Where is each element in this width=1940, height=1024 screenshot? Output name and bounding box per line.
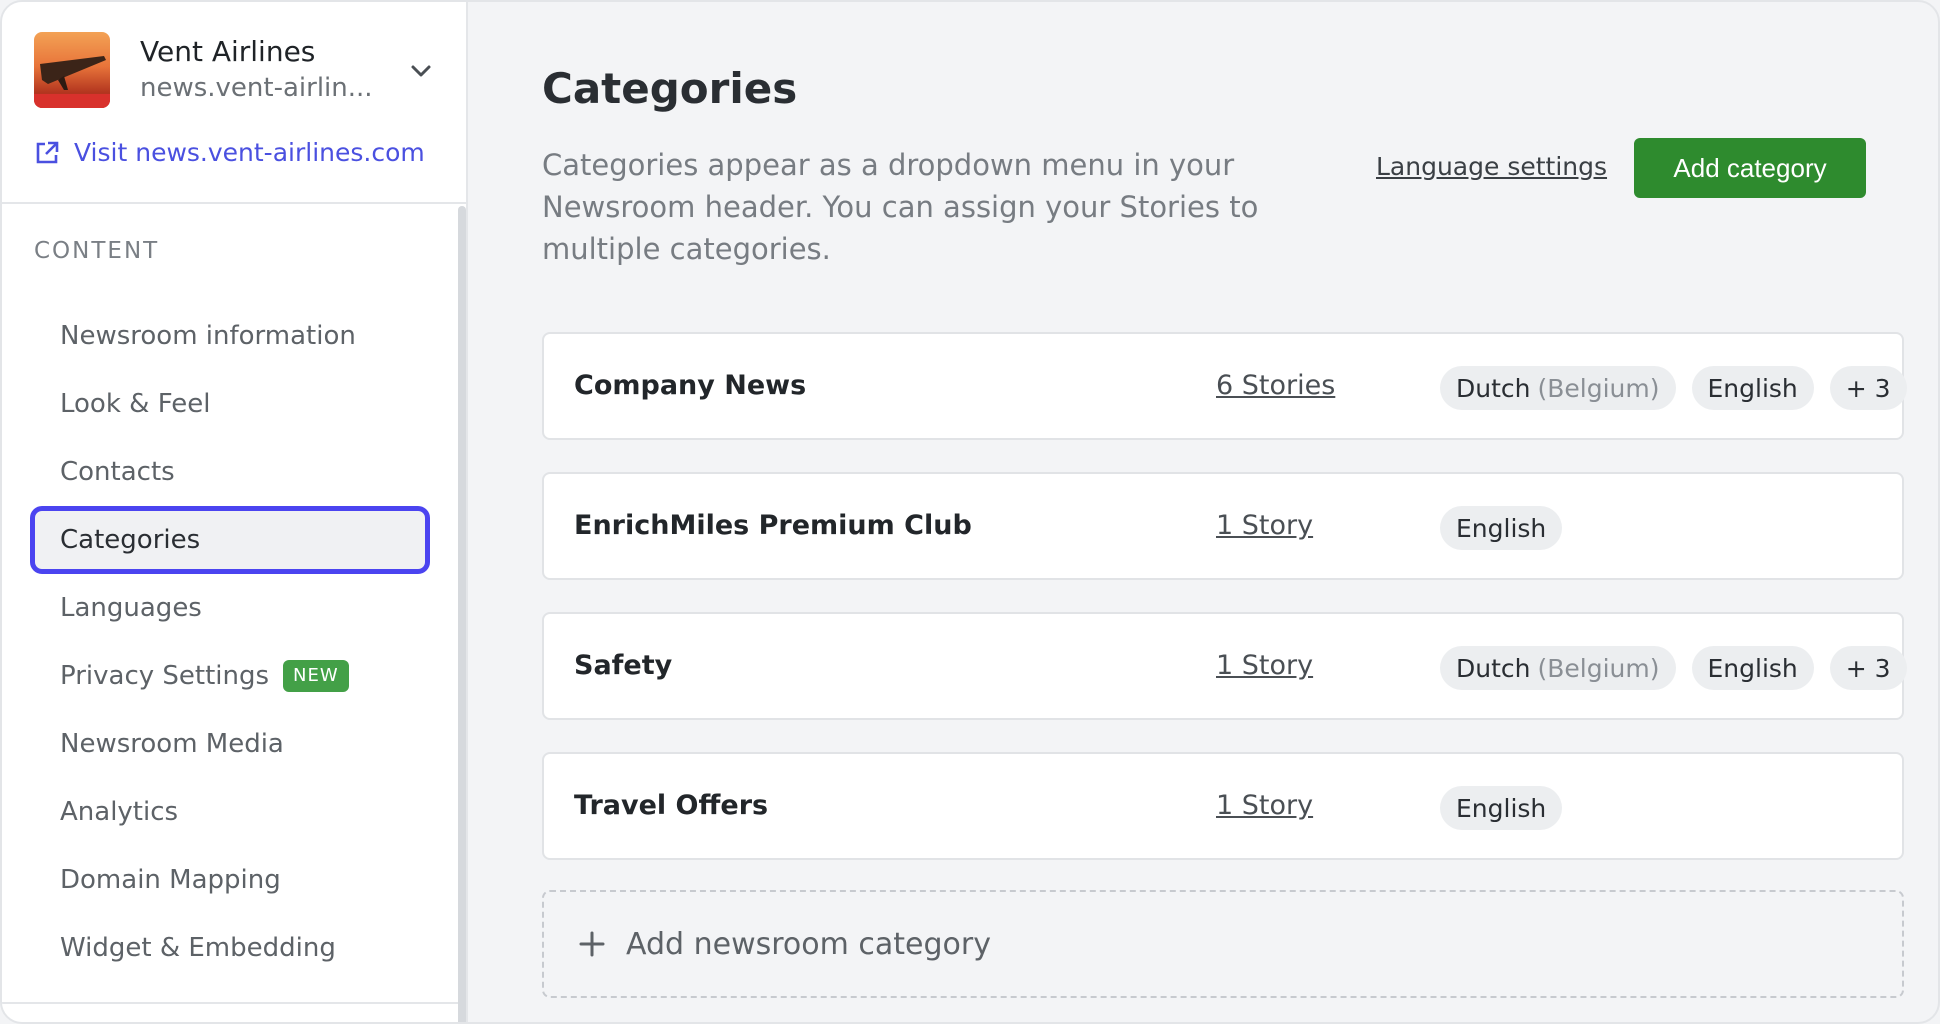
category-name: Company News [574,370,807,401]
brand-name: Vent Airlines [140,35,316,68]
category-row[interactable]: Company News 6 Stories Dutch (Belgium) En… [542,332,1907,440]
category-languages: English [1440,786,1578,830]
external-link-icon [36,141,59,163]
plus-icon [579,931,605,957]
language-chip: English [1440,506,1563,550]
sidebar-item-analytics[interactable]: Analytics [30,778,430,846]
sidebar-item-contacts[interactable]: Contacts [30,438,430,506]
brand-logo [34,32,110,108]
sidebar-item-label: Privacy Settings [60,661,270,691]
category-stories-link[interactable]: 1 Story [1216,790,1313,821]
sidebar-nav: Newsroom information Look & Feel Contact… [30,302,430,982]
category-name: Safety [574,650,673,681]
language-settings-link[interactable]: Language settings [1376,152,1607,181]
language-chip-region: (Belgium) [1537,653,1660,683]
language-chip: Dutch (Belgium) [1440,646,1676,690]
sidebar-item-categories[interactable]: Categories [30,506,430,574]
category-stories-link[interactable]: 1 Story [1216,510,1313,541]
sidebar-item-newsroom-information[interactable]: Newsroom information [30,302,430,370]
category-stories-link[interactable]: 6 Stories [1216,370,1335,401]
language-chip-label: + 3 [1845,373,1891,403]
sidebar-item-label: Languages [60,593,202,623]
category-languages: Dutch (Belgium) English + 3 [1440,366,1923,410]
chevron-down-icon[interactable] [406,56,436,86]
language-chip: Dutch (Belgium) [1440,366,1676,410]
sidebar-item-look-and-feel[interactable]: Look & Feel [30,370,430,438]
add-category-button[interactable]: Add category [1634,138,1866,198]
sidebar-divider [2,202,468,204]
sidebar-scrollbar[interactable] [458,206,466,1022]
language-chip-region: (Belgium) [1537,373,1660,403]
language-chip-label: Dutch [1456,373,1531,403]
page-description: Categories appear as a dropdown menu in … [542,148,1259,266]
visit-newsroom-link[interactable]: Visit news.vent-airlines.com [34,138,425,167]
language-chip-label: English [1707,373,1798,403]
sidebar-item-label: Contacts [60,457,175,487]
app-window: Vent Airlines news.vent-airlin... Visit … [0,0,1940,1024]
category-stories-link[interactable]: 1 Story [1216,650,1313,681]
language-chip-label: English [1456,513,1547,543]
page-title: Categories [542,64,798,113]
category-languages: Dutch (Belgium) English + 3 [1440,646,1923,690]
sidebar-item-languages[interactable]: Languages [30,574,430,642]
add-newsroom-category-button[interactable]: Add newsroom category [542,890,1904,998]
new-badge: NEW [283,660,349,692]
sidebar-item-privacy-settings[interactable]: Privacy Settings NEW [30,642,430,710]
section-title-content: CONTENT [34,238,160,264]
category-row[interactable]: Travel Offers 1 Story English [542,752,1904,860]
language-chip: English [1440,786,1563,830]
sidebar-item-label: Widget & Embedding [60,933,336,963]
sidebar-item-widget-and-embedding[interactable]: Widget & Embedding [30,914,430,982]
sidebar-item-label: Look & Feel [60,389,211,419]
language-chip: English [1691,646,1814,690]
sidebar: Vent Airlines news.vent-airlin... Visit … [2,2,468,1022]
language-chip-label: Dutch [1456,653,1531,683]
brand-switcher[interactable]: Vent Airlines news.vent-airlin... [34,32,434,108]
language-chip-label: + 3 [1845,653,1891,683]
sidebar-item-newsroom-media[interactable]: Newsroom Media [30,710,430,778]
category-row[interactable]: Safety 1 Story Dutch (Belgium) English + … [542,612,1907,720]
category-languages: English [1440,506,1578,550]
main-content: Categories Categories appear as a dropdo… [468,2,1938,1022]
sidebar-bottom-divider [2,1002,458,1004]
language-chip: English [1691,366,1814,410]
sidebar-item-label: Categories [60,525,201,555]
more-languages-chip[interactable]: + 3 [1829,646,1907,690]
add-newsroom-category-label: Add newsroom category [626,926,991,962]
sidebar-item-label: Newsroom information [60,321,356,351]
sidebar-item-label: Newsroom Media [60,729,284,759]
category-list: Company News 6 Stories Dutch (Belgium) En… [542,332,1907,892]
brand-logo-tag [34,94,110,108]
language-chip-label: English [1456,793,1547,823]
sidebar-item-label: Analytics [60,797,179,827]
visit-link-label: Visit news.vent-airlines.com [74,138,425,167]
brand-domain: news.vent-airlin... [140,73,373,103]
language-chip-label: English [1707,653,1798,683]
sidebar-item-label: Domain Mapping [60,865,281,895]
category-name: EnrichMiles Premium Club [574,510,972,541]
airplane-wing-icon [40,56,106,90]
more-languages-chip[interactable]: + 3 [1829,366,1907,410]
category-name: Travel Offers [574,790,769,821]
sidebar-item-domain-mapping[interactable]: Domain Mapping [30,846,430,914]
category-row[interactable]: EnrichMiles Premium Club 1 Story English [542,472,1904,580]
